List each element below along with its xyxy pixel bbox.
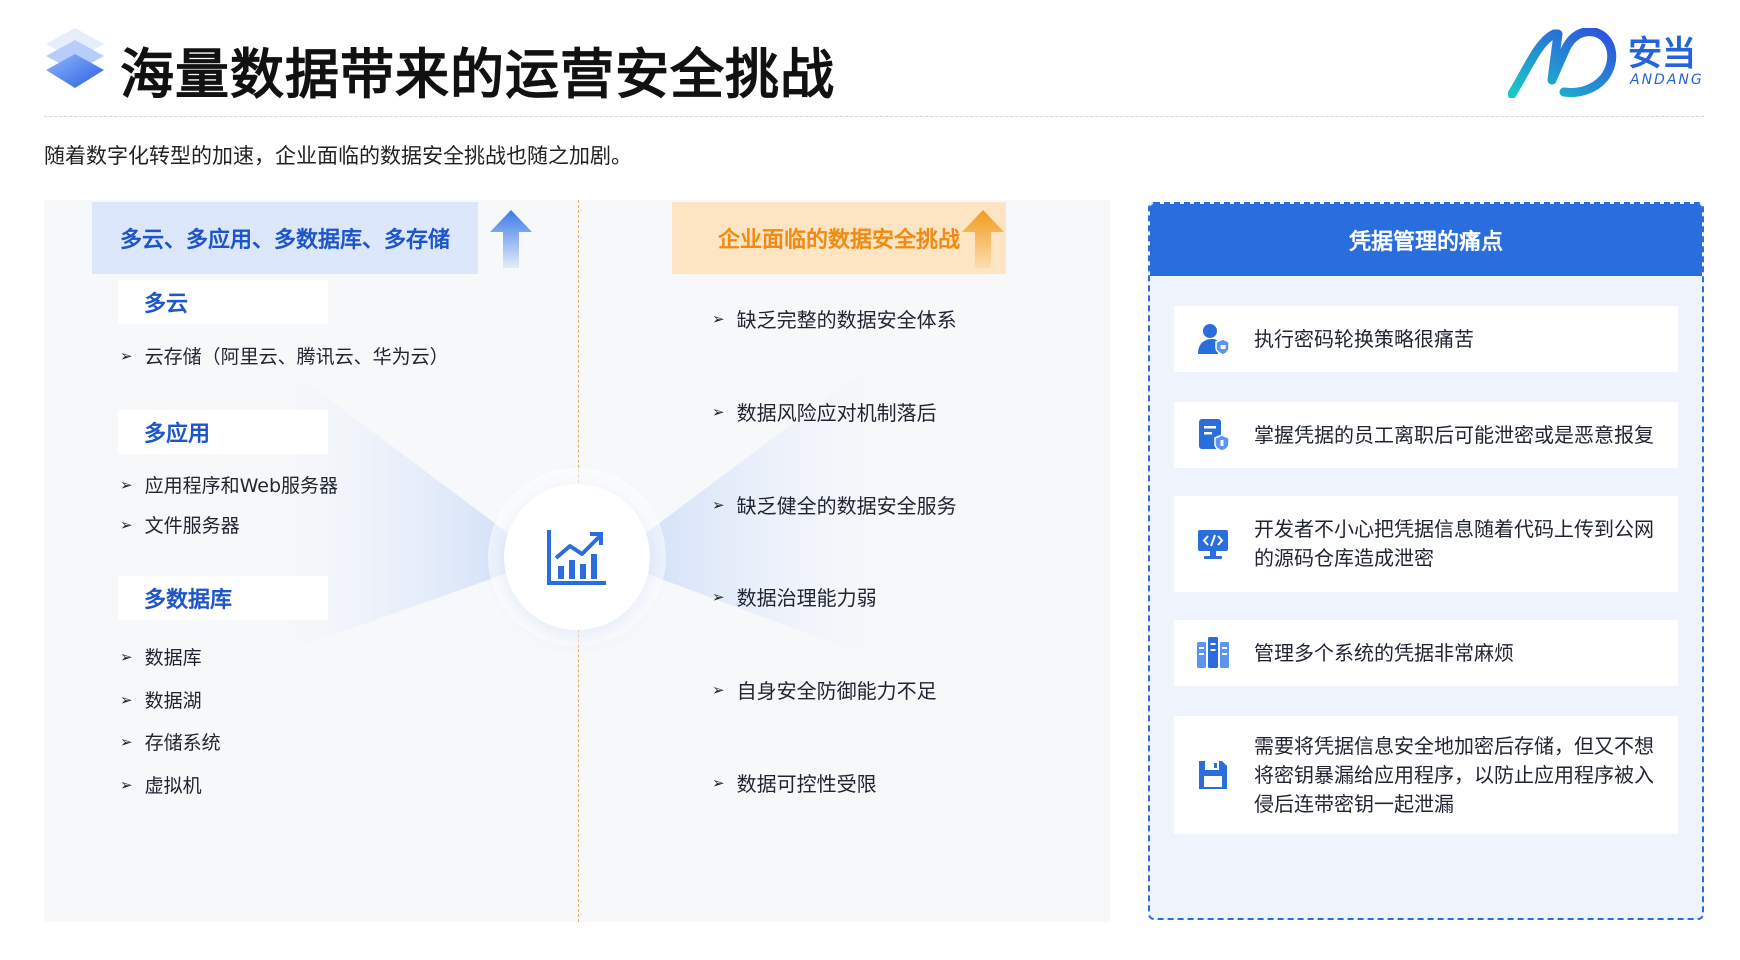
- challenge-item: ➢ 缺乏完整的数据安全体系: [712, 308, 957, 332]
- list-item: ➢ 应用程序和Web服务器: [120, 475, 339, 497]
- multi-cloud-label: 多云、多应用、多数据库、多存储: [92, 202, 478, 274]
- arrow-up-icon: [962, 210, 1004, 268]
- page-subtitle: 随着数字化转型的加速，企业面临的数据安全挑战也随之加剧。: [44, 144, 632, 168]
- pain-point-text: 开发者不小心把凭据信息随着代码上传到公网 的源码仓库造成泄密: [1254, 517, 1654, 570]
- user-shield-icon: [1198, 324, 1230, 356]
- list-item: ➢ 云存储（阿里云、腾讯云、华为云）: [120, 346, 449, 368]
- chart-growth-icon: [547, 530, 606, 585]
- pain-point-card: 掌握凭据的员工离职后可能泄密或是恶意报复: [1174, 402, 1678, 468]
- challenge-item: ➢ 缺乏健全的数据安全服务: [712, 494, 957, 518]
- pain-point-card: 需要将凭据信息安全地加密后存储，但又不想 将密钥暴漏给应用程序，以防止应用程序被…: [1174, 716, 1678, 834]
- challenges-label: 企业面临的数据安全挑战: [672, 202, 1006, 274]
- logo-text-en: ANDANG: [1630, 72, 1704, 88]
- panel-title: 凭据管理的痛点: [1150, 204, 1702, 276]
- pain-point-card: 管理多个系统的凭据非常麻烦: [1174, 620, 1678, 686]
- servers-icon: [1197, 637, 1229, 668]
- page-title: 海量数据带来的运营安全挑战: [120, 43, 835, 106]
- list-item: ➢ 文件服务器: [120, 515, 240, 537]
- header-divider: [44, 116, 1704, 117]
- layers-logo-icon: [46, 28, 104, 88]
- challenge-item: ➢ 数据风险应对机制落后: [712, 401, 937, 425]
- pain-point-text: 需要将凭据信息安全地加密后存储，但又不想 将密钥暴漏给应用程序，以防止应用程序被…: [1254, 733, 1654, 816]
- logo-text-cn: 安当: [1628, 34, 1696, 74]
- challenge-item: ➢ 数据治理能力弱: [712, 586, 877, 610]
- list-item: ➢ 存储系统: [120, 732, 221, 754]
- category-multi-app: 多应用: [118, 410, 328, 454]
- list-item: ➢ 数据湖: [120, 690, 202, 712]
- arrow-up-icon: [490, 210, 532, 268]
- save-disk-icon: [1199, 761, 1227, 789]
- list-item: ➢ 数据库: [120, 647, 202, 669]
- code-monitor-icon: [1198, 530, 1228, 559]
- document-shield-icon: [1199, 419, 1230, 452]
- pain-point-card: 开发者不小心把凭据信息随着代码上传到公网 的源码仓库造成泄密: [1174, 496, 1678, 592]
- center-badge: [504, 484, 650, 630]
- pain-point-card: 执行密码轮换策略很痛苦: [1174, 306, 1678, 372]
- list-item: ➢ 虚拟机: [120, 775, 202, 797]
- category-multi-database: 多数据库: [118, 576, 328, 620]
- challenges-panel: 多云、多应用、多数据库、多存储 企业面临的数据安全挑战 多云 ➢ 云存储（阿里云、…: [44, 200, 1110, 922]
- challenge-item: ➢ 数据可控性受限: [712, 772, 877, 796]
- category-multi-cloud: 多云: [118, 280, 328, 324]
- challenge-item: ➢ 自身安全防御能力不足: [712, 679, 937, 703]
- credential-pain-points-panel: 凭据管理的痛点 执行密码轮换策略很痛苦 掌握凭据的员工离职后可能泄密或是恶意报复: [1148, 202, 1704, 920]
